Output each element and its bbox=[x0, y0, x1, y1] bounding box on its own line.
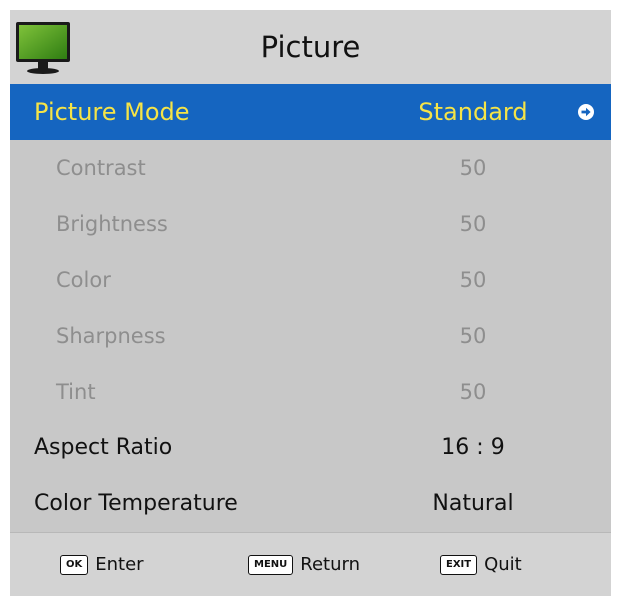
menu-item-picture-mode[interactable]: Picture Mode Standard bbox=[10, 84, 611, 140]
page-title: Picture bbox=[260, 30, 361, 64]
contrast-value: 50 bbox=[459, 156, 487, 180]
arrow-right-icon bbox=[578, 104, 594, 120]
color-temperature-label: Color Temperature bbox=[34, 491, 238, 516]
menu-item-contrast: Contrast 50 bbox=[10, 140, 611, 196]
menu-item-color: Color 50 bbox=[10, 252, 611, 308]
exit-key-icon: EXIT bbox=[440, 554, 478, 575]
color-label: Color bbox=[56, 268, 111, 292]
menu-item-tint: Tint 50 bbox=[10, 364, 611, 420]
ok-hint[interactable]: OK Enter bbox=[60, 533, 144, 596]
menu-hint-label: Return bbox=[300, 554, 361, 575]
tint-label: Tint bbox=[56, 380, 96, 404]
picture-menu-panel: Picture Picture Mode Standard Contrast 5… bbox=[10, 10, 611, 596]
sharpness-value: 50 bbox=[459, 324, 487, 348]
menu-item-aspect-ratio[interactable]: Aspect Ratio 16 : 9 bbox=[10, 420, 611, 476]
menu-header: Picture bbox=[10, 10, 611, 84]
contrast-label: Contrast bbox=[56, 156, 146, 180]
ok-hint-label: Enter bbox=[95, 554, 144, 575]
menu-item-brightness: Brightness 50 bbox=[10, 196, 611, 252]
ok-key-icon: OK bbox=[60, 554, 89, 575]
menu-item-color-temperature[interactable]: Color Temperature Natural bbox=[10, 476, 611, 532]
exit-hint-label: Quit bbox=[484, 554, 522, 575]
exit-hint[interactable]: EXIT Quit bbox=[440, 533, 522, 596]
menu-key-icon: MENU bbox=[248, 554, 294, 575]
menu-hint[interactable]: MENU Return bbox=[248, 533, 360, 596]
picture-mode-value: Standard bbox=[418, 98, 528, 126]
brightness-value: 50 bbox=[459, 212, 487, 236]
color-temperature-value: Natural bbox=[432, 491, 514, 516]
key-hint-bar: OK Enter MENU Return EXIT Quit bbox=[10, 532, 611, 596]
color-value: 50 bbox=[459, 268, 487, 292]
menu-item-sharpness: Sharpness 50 bbox=[10, 308, 611, 364]
brightness-label: Brightness bbox=[56, 212, 168, 236]
aspect-ratio-value: 16 : 9 bbox=[441, 435, 505, 460]
sharpness-label: Sharpness bbox=[56, 324, 166, 348]
tint-value: 50 bbox=[459, 380, 487, 404]
picture-mode-label: Picture Mode bbox=[34, 98, 190, 126]
aspect-ratio-label: Aspect Ratio bbox=[34, 435, 173, 460]
